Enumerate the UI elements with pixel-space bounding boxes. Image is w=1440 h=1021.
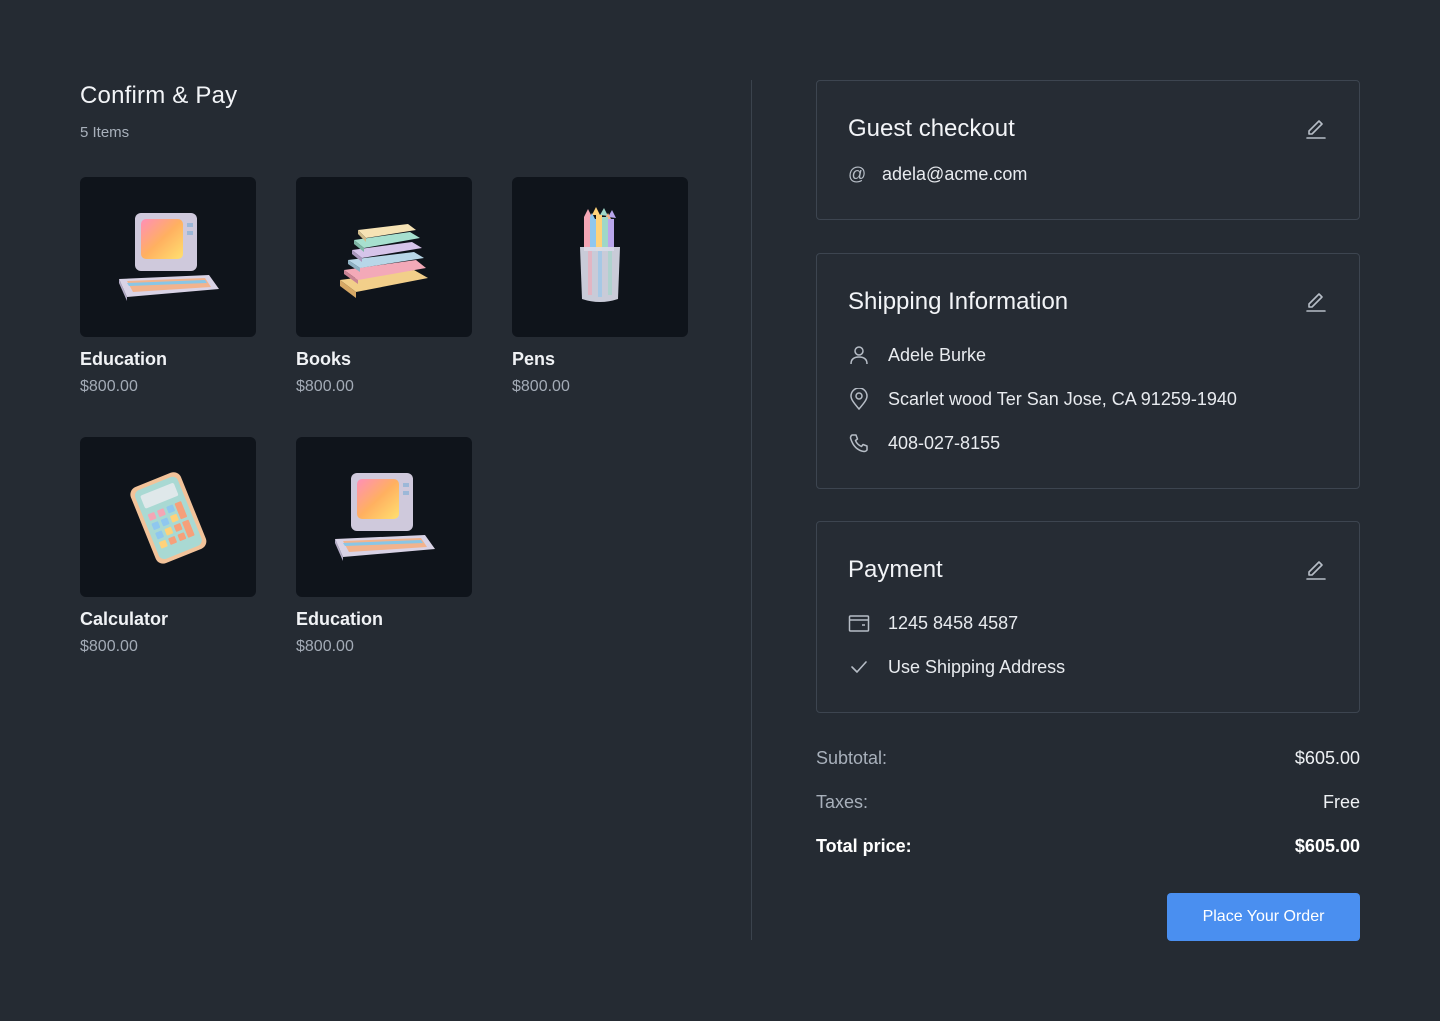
billing-address-row[interactable]: Use Shipping Address [848, 656, 1065, 678]
subtotal-label: Subtotal: [816, 748, 888, 768]
product-card[interactable]: Education $800.00 [296, 437, 472, 656]
check-icon [848, 656, 870, 678]
payment-panel: Payment 1245 8458 4587 Use Shipping Addr… [816, 521, 1360, 713]
taxes-value: Free [1322, 792, 1360, 812]
total-value: $605.00 [1294, 836, 1360, 856]
column-divider [751, 80, 752, 940]
edit-shipping-button[interactable] [1305, 291, 1327, 313]
shipping-panel: Shipping Information Adele Burke Scarlet… [816, 253, 1360, 489]
product-price: $800.00 [512, 378, 570, 395]
phone-icon [848, 432, 870, 454]
order-items-section: Confirm & Pay 5 Items Education $800.00 … [80, 80, 700, 655]
product-card[interactable]: Pens $800.00 [512, 177, 688, 396]
product-thumbnail [296, 437, 472, 597]
guest-email-row: @ adela@acme.com [848, 164, 1027, 185]
shipping-address-row: Scarlet wood Ter San Jose, CA 91259-1940 [848, 388, 1237, 410]
product-name: Pens [512, 349, 556, 369]
retro-computer-icon [335, 473, 435, 561]
product-thumbnail [80, 437, 256, 597]
product-thumbnail [80, 177, 256, 337]
product-name: Education [80, 349, 168, 369]
edit-payment-button[interactable] [1305, 559, 1327, 581]
subtotal-row: Subtotal: $605.00 [816, 748, 1360, 769]
location-pin-icon [848, 388, 870, 410]
product-name: Books [296, 349, 352, 369]
pencil-cup-icon [580, 207, 620, 302]
product-name: Education [296, 609, 384, 629]
item-count: 5 Items [80, 124, 130, 141]
checkout-page: Confirm & Pay 5 Items Education $800.00 … [0, 0, 1440, 1021]
at-icon: @ [848, 164, 867, 184]
product-price: $800.00 [296, 378, 354, 395]
product-price: $800.00 [296, 638, 354, 655]
shipping-phone: 408-027-8155 [888, 432, 1001, 453]
total-row: Total price: $605.00 [816, 836, 1360, 857]
billing-note: Use Shipping Address [888, 656, 1066, 677]
product-price: $800.00 [80, 638, 138, 655]
product-thumbnail [512, 177, 688, 337]
taxes-row: Taxes: Free [816, 792, 1360, 813]
shipping-name-row: Adele Burke [848, 344, 986, 366]
pencil-icon [1306, 561, 1326, 580]
shipping-phone-row: 408-027-8155 [848, 432, 1000, 454]
edit-guest-button[interactable] [1305, 118, 1327, 140]
page-title: Confirm & Pay [80, 82, 238, 109]
shipping-title: Shipping Information [848, 288, 1069, 315]
product-thumbnail [296, 177, 472, 337]
user-icon [848, 344, 870, 366]
total-label: Total price: [816, 836, 912, 856]
payment-card-number: 1245 8458 4587 [888, 612, 1019, 633]
guest-email: adela@acme.com [882, 164, 1028, 184]
wallet-icon [848, 612, 870, 634]
product-card[interactable]: Education $800.00 [80, 177, 256, 396]
shipping-name: Adele Burke [888, 344, 987, 365]
product-card[interactable]: Calculator $800.00 [80, 437, 256, 656]
place-order-button[interactable]: Place Your Order [1167, 893, 1360, 941]
guest-checkout-panel: Guest checkout @ adela@acme.com [816, 80, 1360, 220]
product-price: $800.00 [80, 378, 138, 395]
subtotal-value: $605.00 [1294, 748, 1360, 768]
payment-card-row: 1245 8458 4587 [848, 612, 1018, 634]
product-card[interactable]: Books $800.00 [296, 177, 472, 396]
guest-checkout-title: Guest checkout [848, 115, 1015, 142]
product-name: Calculator [80, 609, 169, 629]
payment-title: Payment [848, 556, 943, 583]
calculator-icon [130, 472, 207, 564]
book-stack-icon [340, 224, 428, 298]
taxes-label: Taxes: [816, 792, 869, 812]
pencil-icon [1306, 293, 1326, 312]
shipping-address: Scarlet wood Ter San Jose, CA 91259-1940 [888, 388, 1237, 409]
pencil-icon [1306, 120, 1326, 139]
retro-computer-icon [119, 213, 219, 301]
